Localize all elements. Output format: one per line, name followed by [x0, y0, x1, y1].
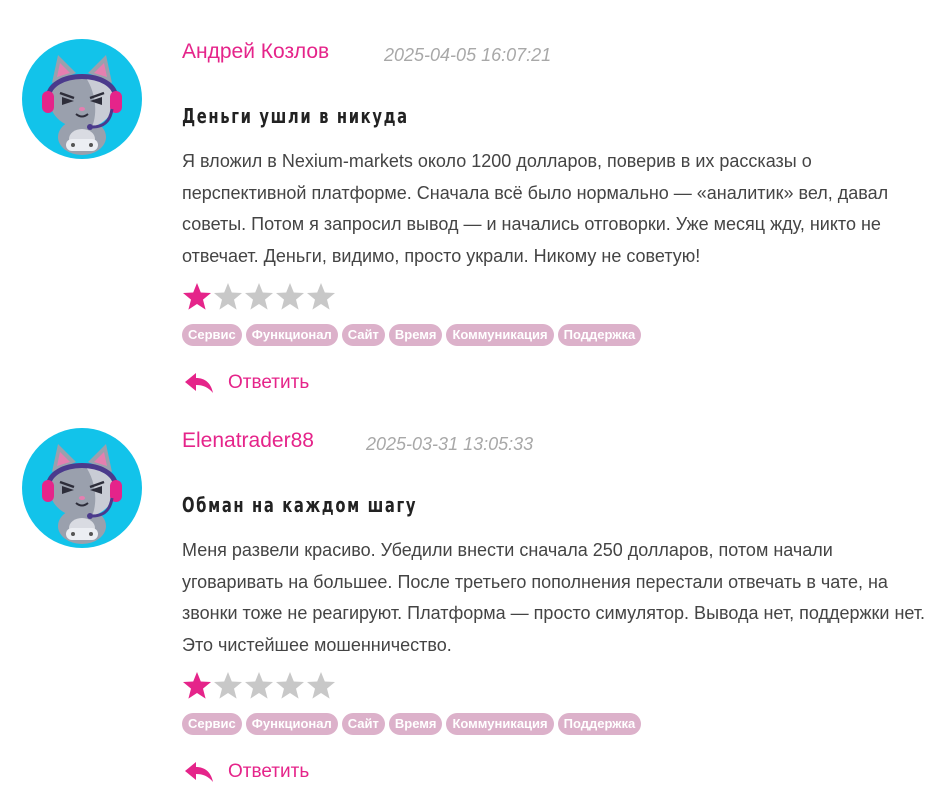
- review-title: Обман на каждом шагу: [182, 493, 418, 517]
- star-empty-icon: [245, 672, 273, 699]
- tag-list: Сервис Функционал Сайт Время Коммуникаци…: [182, 324, 642, 348]
- avatar: [22, 428, 142, 548]
- star-empty-icon: [214, 672, 242, 699]
- star-empty-icon: [214, 283, 242, 310]
- review-date: 2025-03-31 13:05:33: [366, 434, 534, 454]
- star-empty-icon: [276, 672, 304, 699]
- tag[interactable]: Сервис: [182, 713, 242, 735]
- tag[interactable]: Сайт: [341, 713, 385, 735]
- rating-stars: [183, 283, 335, 310]
- cat-gamer-avatar-icon: [22, 39, 142, 159]
- tag[interactable]: Поддержка: [557, 713, 642, 735]
- tag-list: Сервис Функционал Сайт Время Коммуникаци…: [182, 713, 642, 737]
- tag[interactable]: Сервис: [182, 324, 242, 346]
- star-empty-icon: [307, 672, 335, 699]
- review-author[interactable]: Elenatrader88: [182, 429, 314, 453]
- rating-stars: [183, 672, 335, 699]
- review-title: Деньги ушли в никуда: [182, 104, 409, 128]
- tag[interactable]: Сайт: [341, 324, 385, 346]
- star-empty-icon: [245, 283, 273, 310]
- reply-label[interactable]: Ответить: [228, 761, 309, 783]
- tag[interactable]: Время: [388, 713, 443, 735]
- tag[interactable]: Коммуникация: [446, 713, 554, 735]
- star-rating: [182, 282, 342, 312]
- tag[interactable]: Поддержка: [557, 324, 642, 346]
- reply-arrow-icon: [185, 762, 213, 782]
- review-body: Я вложил в Nexium-markets около 1200 дол…: [182, 151, 889, 266]
- review-author[interactable]: Андрей Козлов: [182, 40, 329, 64]
- avatar: [22, 39, 142, 159]
- tag[interactable]: Функционал: [245, 324, 338, 346]
- tag[interactable]: Время: [388, 324, 443, 346]
- reply-button[interactable]: Ответить: [184, 757, 309, 787]
- tag[interactable]: Коммуникация: [446, 324, 554, 346]
- cat-gamer-avatar-icon: [22, 428, 142, 548]
- star-empty-icon: [307, 283, 335, 310]
- star-filled-icon: [183, 283, 211, 310]
- review-date: 2025-04-05 16:07:21: [384, 45, 552, 65]
- star-empty-icon: [276, 283, 304, 310]
- tag[interactable]: Функционал: [245, 713, 338, 735]
- star-rating: [182, 671, 342, 701]
- review-card: Андрей Козлов 2025-04-05 16:07:21 Деньги…: [0, 0, 940, 393]
- review-body: Меня развели красиво. Убедили внести сна…: [182, 540, 926, 655]
- star-filled-icon: [183, 672, 211, 699]
- review-card: Elenatrader88 2025-03-31 13:05:33 Обман …: [0, 389, 940, 782]
